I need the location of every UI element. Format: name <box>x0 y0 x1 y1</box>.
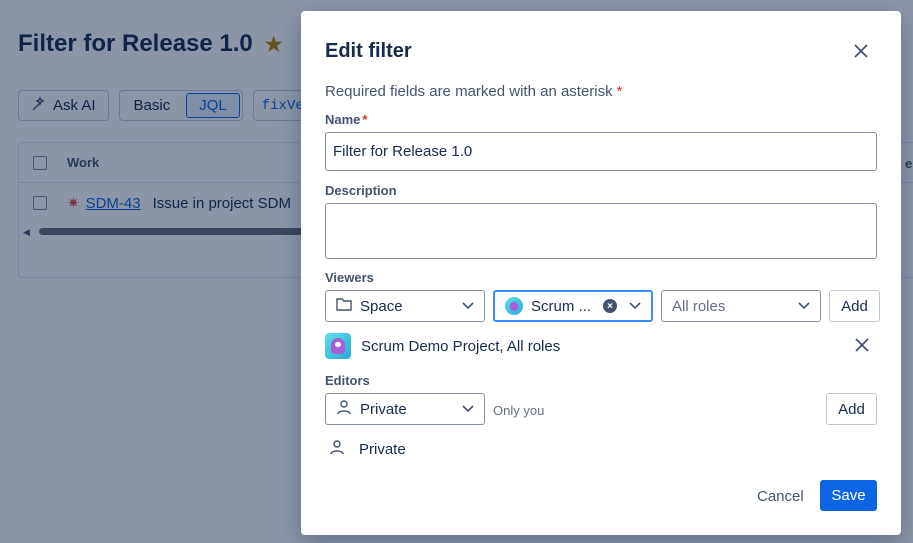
chevron-down-icon <box>798 302 810 310</box>
project-avatar <box>325 333 351 359</box>
viewer-roles-select[interactable]: All roles <box>661 290 821 322</box>
viewer-entry: Scrum Demo Project, All roles <box>325 333 877 359</box>
editor-entry-text: Private <box>359 440 406 458</box>
viewers-label: Viewers <box>325 270 374 285</box>
name-field[interactable]: Filter for Release 1.0 <box>325 132 877 171</box>
viewer-space-value: Scrum ... <box>531 297 592 315</box>
viewer-entry-text: Scrum Demo Project, All roles <box>361 337 561 355</box>
viewer-type-select[interactable]: Space <box>325 290 485 322</box>
name-label-text: Name <box>325 112 361 127</box>
viewer-roles-placeholder: All roles <box>672 297 726 315</box>
person-icon <box>329 439 345 459</box>
editors-label: Editors <box>325 373 370 388</box>
add-viewer-button[interactable]: Add <box>829 290 880 322</box>
description-label: Description <box>325 183 397 198</box>
required-asterisk: * <box>616 83 623 100</box>
chevron-down-icon <box>629 302 641 310</box>
editor-type-select[interactable]: Private <box>325 393 485 425</box>
cancel-button[interactable]: Cancel <box>753 480 808 512</box>
edit-filter-dialog: Edit filter Required fields are marked w… <box>301 11 901 535</box>
chevron-down-icon <box>462 405 474 413</box>
editor-type-value: Private <box>360 400 407 418</box>
required-note: Required fields are marked with an aster… <box>325 83 622 100</box>
clear-icon[interactable]: × <box>603 299 617 313</box>
editor-entry: Private <box>329 439 406 459</box>
viewer-type-value: Space <box>360 297 403 315</box>
viewer-space-select[interactable]: Scrum ... × <box>493 290 653 322</box>
person-icon <box>336 399 352 419</box>
name-label: Name * <box>325 112 367 127</box>
chevron-down-icon <box>462 302 474 310</box>
save-button[interactable]: Save <box>820 480 877 511</box>
close-icon[interactable] <box>850 40 872 62</box>
description-field[interactable] <box>325 203 877 259</box>
editor-hint: Only you <box>493 403 545 418</box>
folder-icon <box>336 297 352 315</box>
dialog-title: Edit filter <box>325 40 412 62</box>
remove-viewer-icon[interactable] <box>855 335 869 358</box>
add-editor-button[interactable]: Add <box>826 393 877 425</box>
project-avatar-icon <box>505 297 523 315</box>
required-note-text: Required fields are marked with an aster… <box>325 83 613 100</box>
name-required-asterisk: * <box>362 112 368 127</box>
